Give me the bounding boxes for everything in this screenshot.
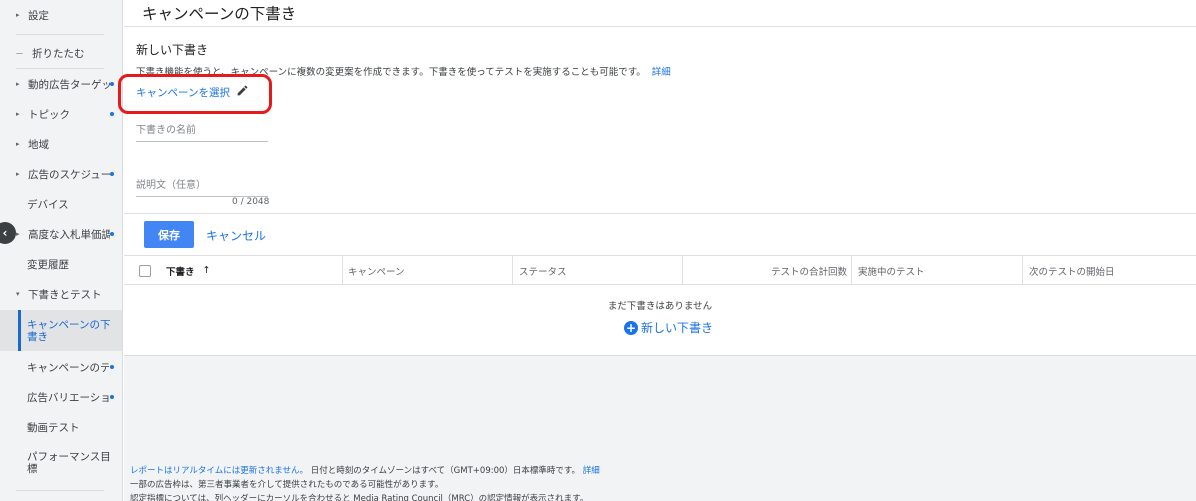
sidebar-divider <box>16 490 104 491</box>
notification-dot <box>110 395 114 399</box>
description-input[interactable]: 説明文（任意） <box>136 176 268 197</box>
caret-right-icon: ▸ <box>16 80 20 88</box>
sidebar-divider <box>16 34 104 35</box>
notification-dot <box>110 365 114 369</box>
new-draft-label: 新しい下書き <box>641 321 714 335</box>
caret-right-icon: ▸ <box>16 140 20 148</box>
sidebar-item-change-history[interactable]: 変更履歴 <box>0 249 122 279</box>
column-header-total-experiments[interactable]: テストの合計回数 <box>684 256 847 285</box>
select-campaign-button[interactable]: キャンペーンを選択 <box>136 84 249 100</box>
sidebar: ▸ 設定 — 折りたたむ ▸ 動的広告ターゲッ ▸ トピック ▸ 地域 ▸ 広告… <box>0 0 123 501</box>
column-separator <box>682 256 683 285</box>
sidebar-item-label: 折りたたむ <box>32 47 85 60</box>
main-content: キャンペーンの下書き 新しい下書き 下書き機能を使うと、キャンペーンに複数の変更… <box>118 0 1196 501</box>
draft-name-placeholder: 下書きの名前 <box>136 125 196 136</box>
header-divider <box>124 26 1196 27</box>
select-campaign-label: キャンペーンを選択 <box>136 86 230 99</box>
sidebar-item-campaign-drafts[interactable]: キャンペーンの下書き <box>0 310 122 351</box>
sort-ascending-icon: ↑ <box>202 265 211 276</box>
new-draft-button[interactable]: + 新しい下書き <box>624 319 713 336</box>
cancel-button[interactable]: キャンセル <box>206 227 266 244</box>
caret-right-icon: ▸ <box>16 110 20 118</box>
empty-state-message: まだ下書きはありません <box>607 301 713 312</box>
caret-right-icon: ▸ <box>16 170 20 178</box>
notification-dot <box>110 172 114 176</box>
column-separator <box>342 256 343 285</box>
column-header-label: 下書き <box>166 266 195 278</box>
minus-icon: — <box>16 49 23 57</box>
sidebar-item-label: パフォーマンス目標 <box>27 451 111 475</box>
section-divider <box>124 213 1196 214</box>
table-header: 下書き ↑ キャンペーン ステータス テストの合計回数 実施中のテスト 次のテス… <box>124 255 1196 285</box>
sidebar-item-label: 広告のスケジュー <box>28 168 110 181</box>
column-header-campaign[interactable]: キャンペーン <box>348 256 405 285</box>
sidebar-item-video-experiments[interactable]: 動画テスト <box>0 412 122 442</box>
select-all-checkbox[interactable] <box>139 265 151 277</box>
description-placeholder: 説明文（任意） <box>136 180 206 191</box>
sidebar-item-devices[interactable]: デバイス <box>0 189 122 219</box>
plus-circle-icon: + <box>624 320 638 335</box>
sidebar-item-label: トピック <box>28 108 70 121</box>
sidebar-item-label: 動画テスト <box>27 421 80 434</box>
notification-dot <box>110 82 114 86</box>
sidebar-item-label: 地域 <box>28 138 49 151</box>
column-header-draft[interactable]: 下書き ↑ <box>166 256 210 285</box>
column-header-next-start-date[interactable]: 次のテストの開始日 <box>1029 256 1115 285</box>
sidebar-item-label: キャンペーンの下書き <box>27 318 111 343</box>
footer-details-link[interactable]: 詳細 <box>583 466 600 476</box>
character-counter: 0 / 2048 <box>232 197 270 207</box>
sidebar-item-campaign-experiments[interactable]: キャンペーンのテ <box>0 352 122 382</box>
column-separator <box>1022 256 1023 285</box>
sidebar-item-ad-schedule[interactable]: ▸ 広告のスケジュー <box>0 159 122 189</box>
column-separator <box>851 256 852 285</box>
caret-down-icon: ▾ <box>16 290 20 298</box>
footer-line-3: 認定指標については、列ヘッダーにカーソルを合わせると Media Rating … <box>130 494 589 501</box>
form-heading: 新しい下書き <box>136 43 209 57</box>
sidebar-item-ad-variations[interactable]: 広告バリエーショ <box>0 382 122 412</box>
sidebar-item-label: 広告バリエーショ <box>27 391 109 404</box>
notification-dot <box>110 232 114 236</box>
pencil-icon <box>236 84 249 100</box>
draft-name-input[interactable]: 下書きの名前 <box>136 121 268 142</box>
details-link[interactable]: 詳細 <box>652 67 671 78</box>
sidebar-item-label: デバイス <box>27 198 69 211</box>
sidebar-item-dynamic-ad-targets[interactable]: ▸ 動的広告ターゲッ <box>0 69 122 99</box>
footer-line-2: 一部の広告枠は、第三者事業者を介して提供されたものである可能性があります。 <box>130 480 444 490</box>
sidebar-item-settings[interactable]: ▸ 設定 <box>0 0 122 30</box>
sidebar-item-drafts-experiments[interactable]: ▾ 下書きとテスト <box>0 279 122 309</box>
caret-right-icon: ▸ <box>16 11 20 19</box>
column-header-status[interactable]: ステータス <box>519 256 567 285</box>
sidebar-item-label: 変更履歴 <box>27 258 69 271</box>
column-separator <box>512 256 513 285</box>
notification-dot <box>110 112 114 116</box>
page-title: キャンペーンの下書き <box>142 5 297 23</box>
realtime-notice-link[interactable]: レポートはリアルタイムには更新されません。 <box>130 466 308 476</box>
sidebar-item-label: 設定 <box>28 9 49 22</box>
sidebar-item-topics[interactable]: ▸ トピック <box>0 99 122 129</box>
sidebar-item-label: キャンペーンのテ <box>27 361 109 374</box>
timezone-notice: 日付と時刻のタイムゾーンはすべて（GMT+09:00）日本標準時です。 <box>310 466 581 476</box>
save-button[interactable]: 保存 <box>144 221 194 248</box>
sidebar-item-collapse[interactable]: — 折りたたむ <box>0 38 122 68</box>
sidebar-item-label: 動的広告ターゲッ <box>28 78 110 91</box>
footer-area: レポートはリアルタイムには更新されません。 日付と時刻のタイムゾーンはすべて（G… <box>124 355 1196 501</box>
column-header-running-experiments[interactable]: 実施中のテスト <box>858 256 925 285</box>
caret-right-icon: ▸ <box>16 230 20 238</box>
sidebar-item-label: 高度な入札単価調 <box>28 228 110 241</box>
sidebar-item-label: 下書きとテスト <box>28 288 102 301</box>
sidebar-item-performance-goals[interactable]: パフォーマンス目標 <box>0 446 122 480</box>
footer-line-1: レポートはリアルタイムには更新されません。 日付と時刻のタイムゾーンはすべて（G… <box>130 464 600 476</box>
sidebar-item-locations[interactable]: ▸ 地域 <box>0 129 122 159</box>
sidebar-item-advanced-bid-adjustments[interactable]: ▸ 高度な入札単価調 <box>0 219 122 249</box>
